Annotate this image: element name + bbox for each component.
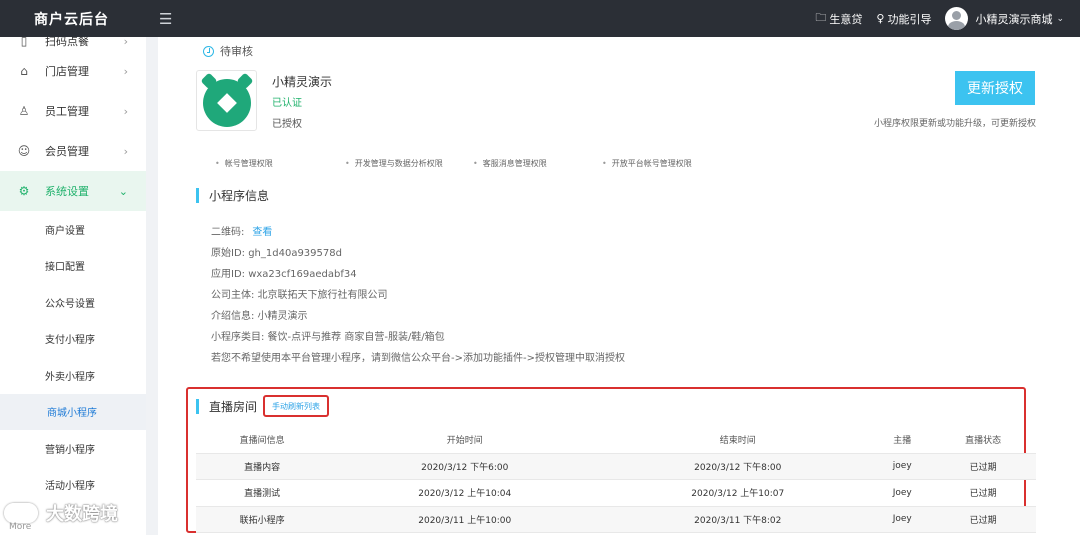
top-bar: 商户云后台 ☰ 🗀 生意贷 ♀ 功能引导 小精灵演示商城 ⌄ xyxy=(0,0,1080,37)
table-cell: 已过期 xyxy=(930,453,1036,480)
table-cell: Joey xyxy=(874,479,931,507)
loan-link[interactable]: 🗀 生意贷 xyxy=(815,9,862,28)
sidebar-item-label: 会员管理 xyxy=(45,145,89,158)
verified-badge: 已认证 xyxy=(272,98,302,109)
table-cell: Joey xyxy=(874,506,931,533)
table-row[interactable]: 直播内容 2020/3/12 下午6:00 2020/3/12 下午8:00 j… xyxy=(196,453,1036,480)
app-name: 小精灵演示 xyxy=(272,75,333,89)
live-room-table: 直播间信息 开始时间 结束时间 主播 直播状态 直播内容 2020/3/12 下… xyxy=(196,427,1036,533)
chevron-right-icon: › xyxy=(123,144,128,158)
top-right-group: 🗀 生意贷 ♀ 功能引导 小精灵演示商城 ⌄ xyxy=(815,7,1080,30)
user-name[interactable]: 小精灵演示商城 xyxy=(975,11,1052,27)
guide-link-label: 功能引导 xyxy=(887,12,932,26)
chevron-down-icon: ⌄ xyxy=(118,184,128,198)
sidebar-subitem-api-config[interactable]: 接口配置 xyxy=(0,248,146,285)
sidebar-item-members[interactable]: ☺ 会员管理 › xyxy=(0,131,146,171)
column-header: 结束时间 xyxy=(601,427,875,454)
clock-icon xyxy=(203,45,214,57)
table-cell: 直播内容 xyxy=(196,453,329,480)
main-content: 待审核 小精灵演示 已认证 已授权 更新授权 小程序权限更新或功能升级，可更新授… xyxy=(158,37,1080,535)
update-hint: 小程序权限更新或功能升级，可更新授权 xyxy=(873,119,1036,129)
mini-info-title: 小程序信息 xyxy=(196,187,269,204)
folder-icon: 🗀 xyxy=(815,11,827,24)
column-header: 开始时间 xyxy=(328,427,602,454)
category-row: 小程序类目: 餐饮-点评与推荐 商家自营-服装/鞋/箱包 xyxy=(211,332,445,343)
live-room-title: 直播房间 xyxy=(196,398,257,415)
app-logo xyxy=(196,70,257,131)
refresh-list-button[interactable]: 手动刷新列表 xyxy=(263,395,329,417)
table-cell: joey xyxy=(874,453,931,480)
permission-item: 客服消息管理权限 xyxy=(473,158,547,169)
table-cell: 已过期 xyxy=(930,506,1036,533)
sidebar-subitem-marketing-mini[interactable]: 营销小程序 xyxy=(0,430,146,467)
sidebar: ▯ 扫码点餐 › ⌂ 门店管理 › ♙ 员工管理 › ☺ 会员管理 › ⚙ 系统… xyxy=(0,37,146,535)
sidebar-item-staff[interactable]: ♙ 员工管理 › xyxy=(0,91,146,131)
table-header-row: 直播间信息 开始时间 结束时间 主播 直播状态 xyxy=(196,427,1036,454)
original-id-row: 原始ID: gh_1d40a939578d xyxy=(211,248,342,259)
update-authorization-button[interactable]: 更新授权 xyxy=(955,71,1035,105)
sidebar-item-system-settings[interactable]: ⚙ 系统设置 ⌄ xyxy=(0,171,146,211)
sidebar-subitem-pay-mini[interactable]: 支付小程序 xyxy=(0,321,146,358)
table-cell: 2020/3/12 下午6:00 xyxy=(328,453,602,480)
unauthorize-notice: 若您不希望使用本平台管理小程序，请到微信公众平台->添加功能插件->授权管理中取… xyxy=(211,353,625,364)
sidebar-item-label: 门店管理 xyxy=(45,65,89,78)
table-cell: 2020/3/12 上午10:04 xyxy=(328,479,602,507)
chevron-right-icon: › xyxy=(123,37,128,48)
table-cell: 2020/3/11 下午8:02 xyxy=(601,506,875,533)
avatar[interactable] xyxy=(945,7,969,30)
hamburger-icon[interactable]: ☰ xyxy=(159,10,172,28)
table-cell: 2020/3/12 上午10:07 xyxy=(601,479,875,507)
chevron-right-icon: › xyxy=(123,64,128,78)
sidebar-subitem-mall-mini[interactable]: 商城小程序 xyxy=(0,393,146,430)
app-id-row: 应用ID: wxa23cf169aedabf34 xyxy=(211,269,357,280)
table-cell: 联拓小程序 xyxy=(196,506,329,533)
table-cell: 已过期 xyxy=(930,479,1036,507)
sidebar-subitem-merchant-settings[interactable]: 商户设置 xyxy=(0,211,146,248)
chevron-down-icon[interactable]: ⌄ xyxy=(1056,14,1064,24)
column-header: 直播间信息 xyxy=(196,427,329,454)
table-cell: 2020/3/11 上午10:00 xyxy=(328,506,602,533)
pending-label: 待审核 xyxy=(220,45,253,58)
qr-row: 二维码: 查看 xyxy=(211,223,272,238)
permission-item: 开发管理与数据分析权限 xyxy=(345,158,443,169)
chevron-right-icon: › xyxy=(123,104,128,118)
table-cell: 直播测试 xyxy=(196,479,329,507)
more-label: More xyxy=(9,522,32,532)
gear-icon: ⚙ xyxy=(18,184,30,198)
authorized-status: 已授权 xyxy=(272,119,302,130)
pending-status: 待审核 xyxy=(203,43,253,59)
table-row[interactable]: 联拓小程序 2020/3/11 上午10:00 2020/3/11 下午8:02… xyxy=(196,506,1036,533)
home-icon: ⌂ xyxy=(20,64,28,78)
guide-link[interactable]: ♀ 功能引导 xyxy=(876,11,931,27)
sidebar-item-stores[interactable]: ⌂ 门店管理 › xyxy=(0,51,146,91)
column-header: 直播状态 xyxy=(930,427,1036,454)
permission-item: 开放平台帐号管理权限 xyxy=(602,158,692,169)
smile-icon: ☺ xyxy=(17,144,31,158)
watermark-logo-icon xyxy=(4,503,38,523)
scan-order-icon: ▯ xyxy=(20,37,28,48)
company-row: 公司主体: 北京联拓天下旅行社有限公司 xyxy=(211,290,388,301)
bulb-icon: ♀ xyxy=(876,12,885,25)
watermark-text: 大数跨境 xyxy=(46,504,118,525)
table-row[interactable]: 直播测试 2020/3/12 上午10:04 2020/3/12 上午10:07… xyxy=(196,479,1036,507)
permission-item: 帐号管理权限 xyxy=(215,158,273,169)
qr-label: 二维码: xyxy=(211,227,245,238)
sidebar-item-label: 扫码点餐 xyxy=(45,37,89,48)
sidebar-subitem-activity-mini[interactable]: 活动小程序 xyxy=(0,467,146,504)
sidebar-item-label: 系统设置 xyxy=(45,185,89,198)
column-header: 主播 xyxy=(874,427,931,454)
intro-row: 介绍信息: 小精灵演示 xyxy=(211,311,308,322)
sidebar-subitem-official-account[interactable]: 公众号设置 xyxy=(0,284,146,321)
loan-link-label: 生意贷 xyxy=(829,12,863,26)
sidebar-subitem-takeout-mini[interactable]: 外卖小程序 xyxy=(0,357,146,394)
user-icon: ♙ xyxy=(18,104,30,118)
sidebar-item-scan-order[interactable]: ▯ 扫码点餐 › xyxy=(0,37,146,51)
sidebar-item-label: 员工管理 xyxy=(45,105,89,118)
table-cell: 2020/3/12 下午8:00 xyxy=(601,453,875,480)
qr-view-link[interactable]: 查看 xyxy=(252,227,272,238)
brand-title: 商户云后台 xyxy=(34,11,109,28)
